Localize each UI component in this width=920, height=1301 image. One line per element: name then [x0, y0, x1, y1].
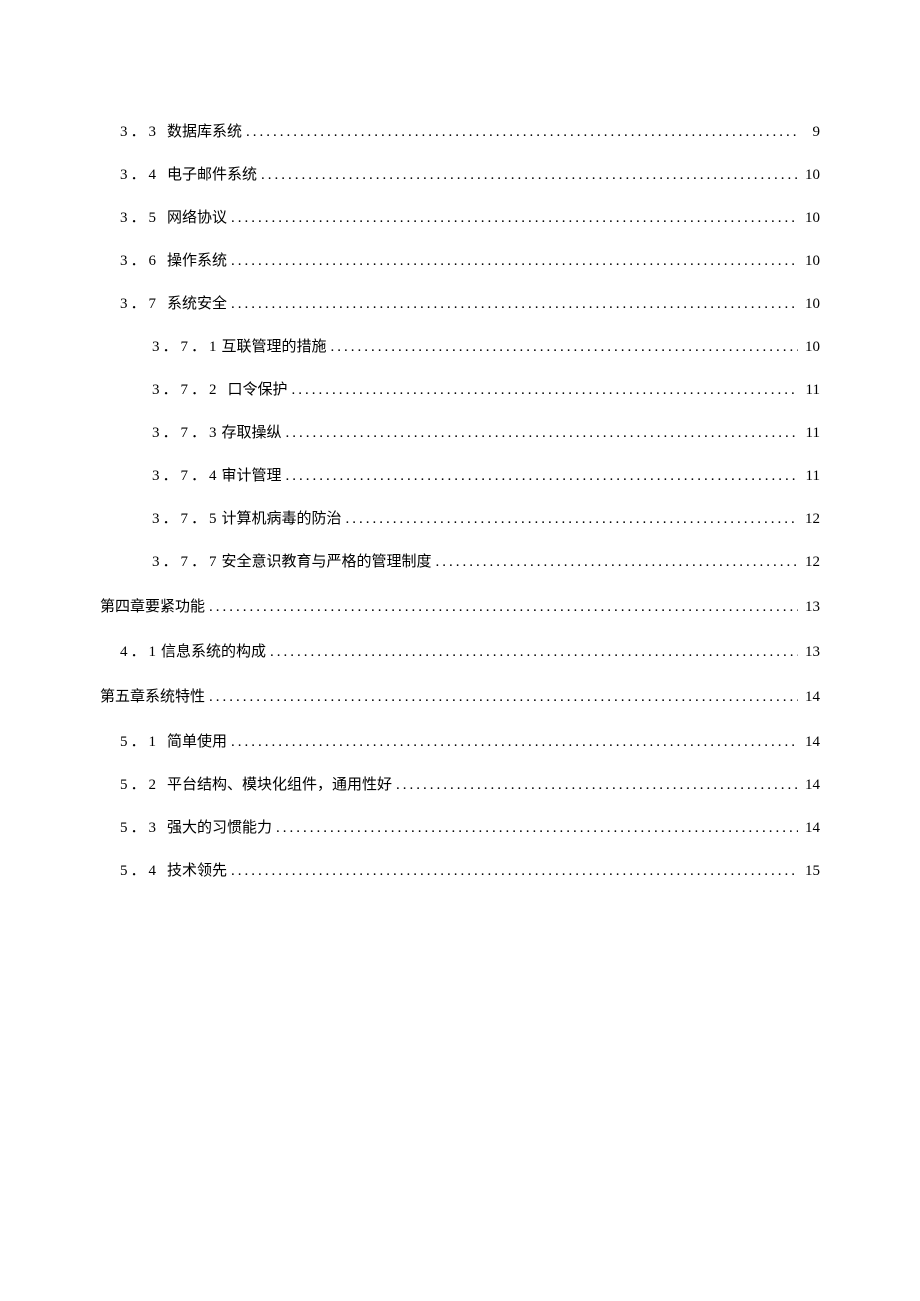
- toc-entry: 3．7．1互联管理的措施 10: [100, 335, 820, 356]
- toc-leader-dots: [261, 167, 798, 184]
- toc-title: 第五章系统特性: [100, 685, 205, 706]
- toc-title: 第四章要紧功能: [100, 595, 205, 616]
- toc-title: 简单使用: [167, 730, 227, 751]
- toc-leader-dots: [231, 210, 798, 227]
- toc-number: 5．1: [120, 730, 159, 751]
- toc-number: 5．4: [120, 859, 159, 880]
- toc-entry: 3．7．3存取操纵 11: [100, 421, 820, 442]
- toc-entry: 4．1信息系统的构成 13: [100, 640, 820, 661]
- toc-entry: 3．7．5计算机病毒的防治 12: [100, 507, 820, 528]
- toc-title: 安全意识教育与严格的管理制度: [222, 550, 432, 571]
- toc-page-number: 11: [800, 382, 820, 399]
- toc-number: 3．7．7: [152, 550, 220, 571]
- toc-number: 5．2: [120, 773, 159, 794]
- toc-number: 3．7．5: [152, 507, 220, 528]
- toc-leader-dots: [231, 734, 798, 751]
- toc-leader-dots: [286, 425, 798, 442]
- toc-leader-dots: [231, 253, 798, 270]
- toc-title: 网络协议: [167, 206, 227, 227]
- toc-title: 操作系统: [167, 249, 227, 270]
- toc-leader-dots: [292, 382, 798, 399]
- toc-title: 系统安全: [167, 292, 227, 313]
- toc-entry: 第五章系统特性 14: [100, 685, 820, 706]
- toc-entry: 3．5 网络协议 10: [100, 206, 820, 227]
- toc-number: 5．3: [120, 816, 159, 837]
- toc-title: 数据库系统: [167, 120, 242, 141]
- toc-entry: 5．2 平台结构、模块化组件，通用性好 14: [100, 773, 820, 794]
- toc-entry: 3．7．2 口令保护 11: [100, 378, 820, 399]
- toc-title: 互联管理的措施: [222, 335, 327, 356]
- toc-page-number: 10: [800, 210, 820, 227]
- table-of-contents: 3．3数据库系统93．4电子邮件系统103．5网络协议103．6操作系统103．…: [100, 120, 820, 880]
- toc-leader-dots: [231, 296, 798, 313]
- toc-title: 强大的习惯能力: [167, 816, 272, 837]
- toc-page-number: 12: [800, 554, 820, 571]
- toc-page-number: 13: [800, 644, 820, 661]
- toc-entry: 5．3 强大的习惯能力 14: [100, 816, 820, 837]
- toc-leader-dots: [331, 339, 798, 356]
- toc-title: 电子邮件系统: [167, 163, 257, 184]
- toc-number: 3．6: [120, 249, 159, 270]
- toc-page-number: 11: [800, 425, 820, 442]
- toc-entry: 5．4 技术领先 15: [100, 859, 820, 880]
- toc-entry: 3．6 操作系统 10: [100, 249, 820, 270]
- toc-number: 3．5: [120, 206, 159, 227]
- toc-leader-dots: [270, 644, 798, 661]
- toc-number: 3．7．3: [152, 421, 220, 442]
- toc-number: 3．4: [120, 163, 159, 184]
- toc-entry: 第四章要紧功能 13: [100, 595, 820, 616]
- toc-number: 4．1: [120, 640, 159, 661]
- toc-page-number: 15: [800, 863, 820, 880]
- toc-number: 3．7: [120, 292, 159, 313]
- toc-entry: 3．7 系统安全 10: [100, 292, 820, 313]
- toc-number: 3．7．1: [152, 335, 220, 356]
- toc-page-number: 10: [800, 339, 820, 356]
- toc-leader-dots: [231, 863, 798, 880]
- toc-page-number: 9: [800, 124, 820, 141]
- toc-page-number: 14: [800, 777, 820, 794]
- toc-title: 存取操纵: [222, 421, 282, 442]
- toc-entry: 3．4 电子邮件系统 10: [100, 163, 820, 184]
- toc-leader-dots: [246, 124, 798, 141]
- toc-page-number: 13: [800, 599, 820, 616]
- toc-title: 信息系统的构成: [161, 640, 266, 661]
- toc-number: 3．7．2: [152, 378, 220, 399]
- toc-entry: 3．7．4审计管理 11: [100, 464, 820, 485]
- toc-page-number: 11: [800, 468, 820, 485]
- toc-number: 3．7．4: [152, 464, 220, 485]
- toc-title: 审计管理: [222, 464, 282, 485]
- toc-leader-dots: [436, 554, 798, 571]
- toc-title: 平台结构、模块化组件，通用性好: [167, 773, 392, 794]
- toc-title: 口令保护: [228, 378, 288, 399]
- toc-page-number: 10: [800, 167, 820, 184]
- toc-page-number: 14: [800, 820, 820, 837]
- toc-leader-dots: [396, 777, 798, 794]
- toc-page-number: 14: [800, 689, 820, 706]
- toc-number: 3．3: [120, 120, 159, 141]
- toc-page-number: 14: [800, 734, 820, 751]
- toc-title: 技术领先: [167, 859, 227, 880]
- toc-leader-dots: [209, 599, 798, 616]
- toc-page-number: 10: [800, 253, 820, 270]
- toc-entry: 5．1 简单使用 14: [100, 730, 820, 751]
- toc-entry: 3．7．7安全意识教育与严格的管理制度 12: [100, 550, 820, 571]
- toc-leader-dots: [286, 468, 798, 485]
- toc-leader-dots: [209, 689, 798, 706]
- toc-page-number: 12: [800, 511, 820, 528]
- toc-leader-dots: [276, 820, 798, 837]
- toc-entry: 3．3 数据库系统 9: [100, 120, 820, 141]
- toc-title: 计算机病毒的防治: [222, 507, 342, 528]
- toc-page-number: 10: [800, 296, 820, 313]
- toc-leader-dots: [346, 511, 798, 528]
